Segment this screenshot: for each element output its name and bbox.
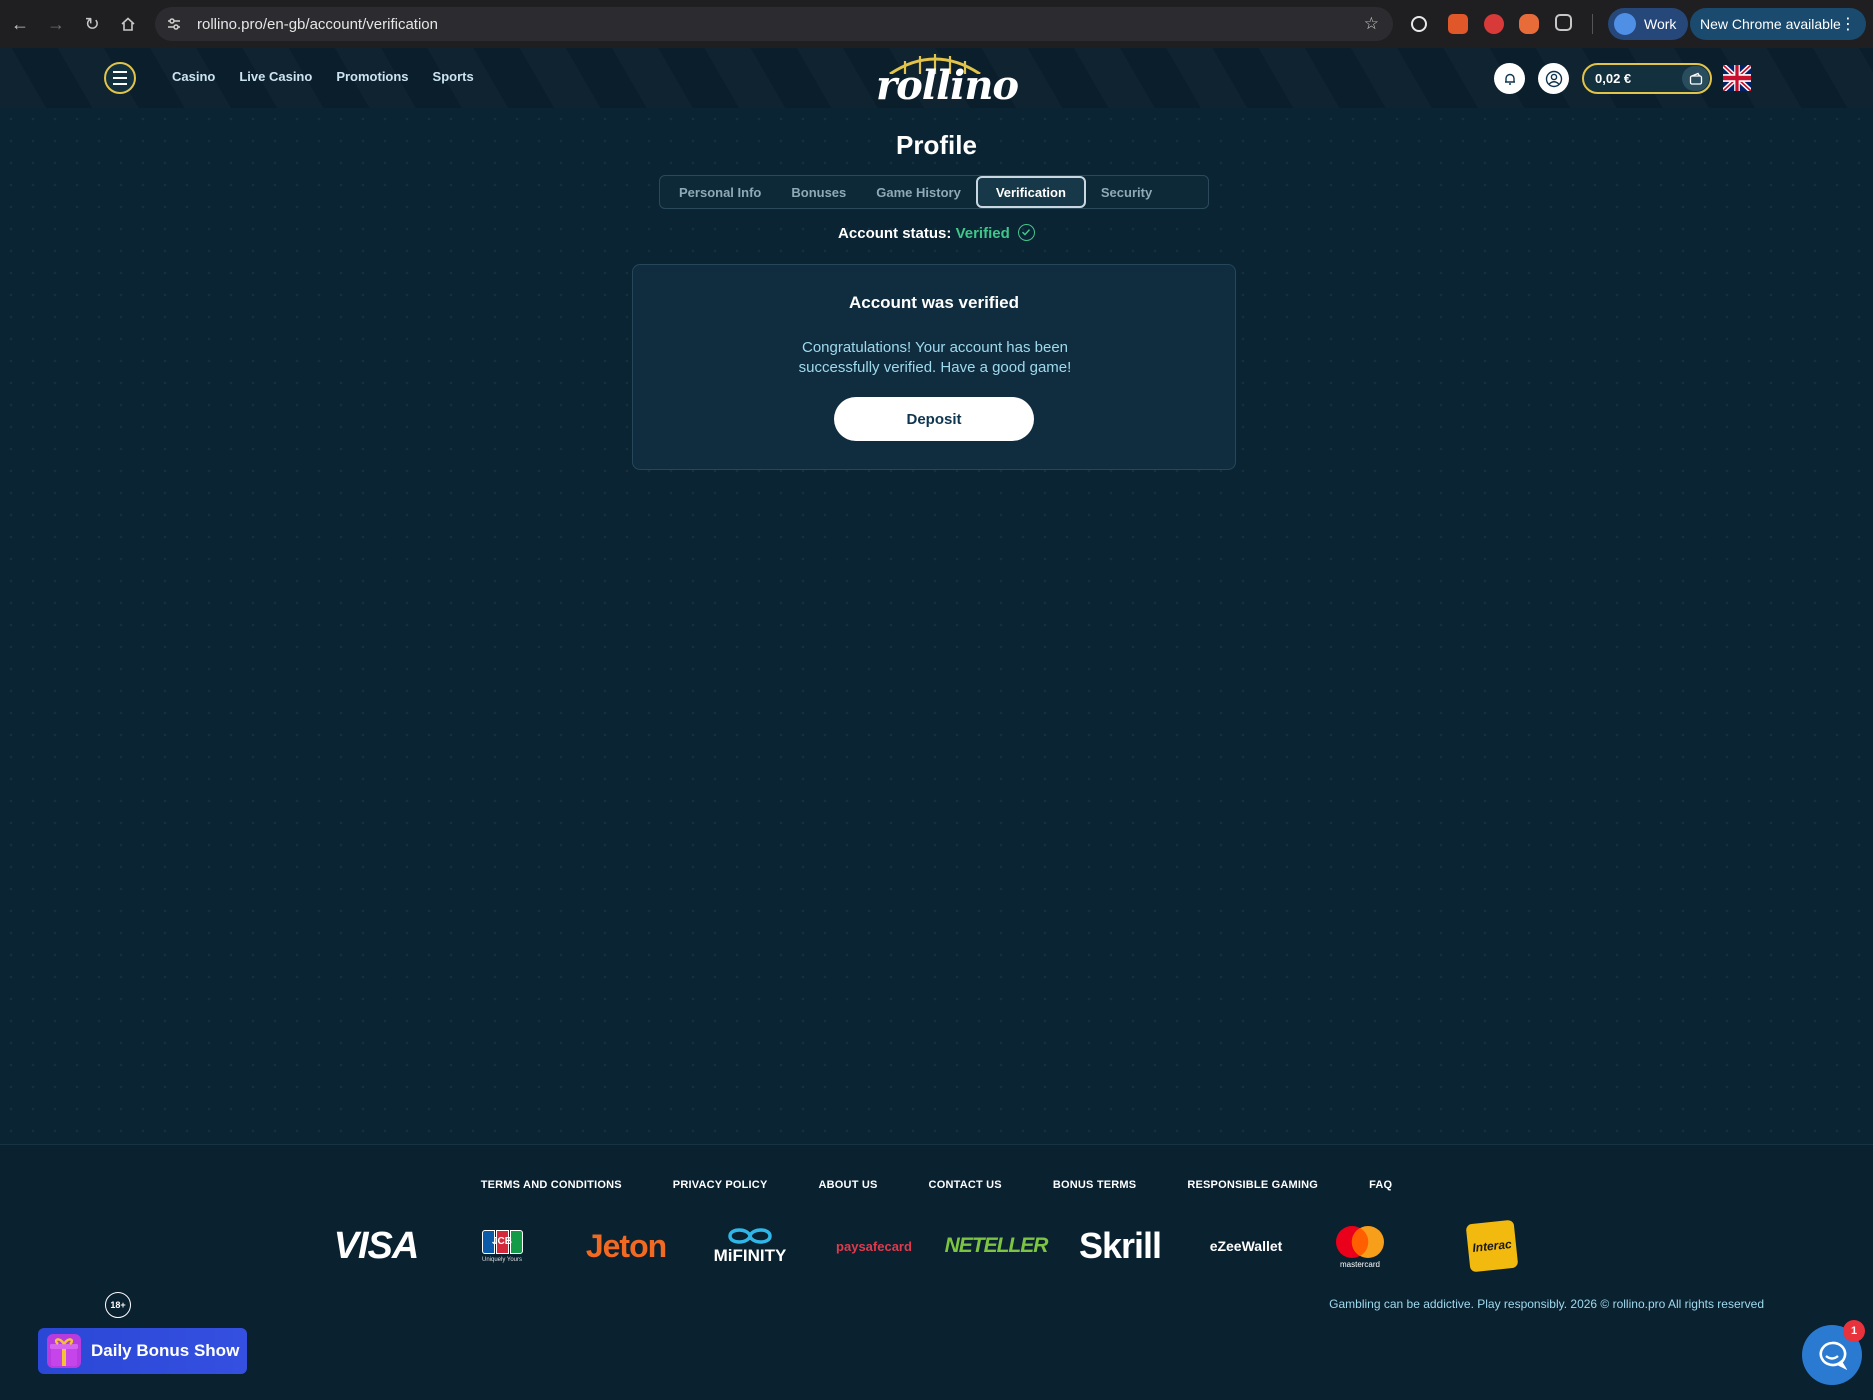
- skrill-logo: Skrill: [1078, 1225, 1162, 1266]
- wallet-icon[interactable]: [1682, 66, 1709, 91]
- notifications-button[interactable]: [1494, 63, 1525, 94]
- home-icon[interactable]: [110, 6, 146, 42]
- footer-link-responsible-gaming[interactable]: RESPONSIBLE GAMING: [1187, 1179, 1318, 1191]
- site-settings-icon[interactable]: [163, 13, 185, 35]
- tab-verification[interactable]: Verification: [975, 176, 1086, 208]
- uk-flag-icon[interactable]: [1723, 65, 1751, 91]
- account-status: Account status: Verified: [0, 224, 1873, 242]
- site-footer: TERMS AND CONDITIONS PRIVACY POLICY ABOU…: [0, 1144, 1873, 1400]
- mifinity-text: MiFINITY: [713, 1246, 787, 1265]
- profile-label: Work: [1644, 16, 1677, 32]
- balance-display[interactable]: 0,02 €: [1582, 63, 1712, 94]
- gift-icon: [47, 1334, 81, 1368]
- visa-logo: VISA: [333, 1224, 420, 1267]
- ezeewallet-logo: eZeeWallet: [1209, 1238, 1283, 1254]
- update-label: New Chrome available: [1700, 16, 1841, 32]
- verification-card-title: Account was verified: [848, 293, 1020, 312]
- tab-bonuses[interactable]: Bonuses: [776, 176, 861, 208]
- bell-icon: [1504, 73, 1515, 85]
- jeton-logo: Jeton: [585, 1227, 667, 1264]
- extension-fox-icon[interactable]: [1519, 14, 1539, 34]
- interac-text: Interac: [1465, 1219, 1519, 1273]
- tab-security[interactable]: Security: [1086, 176, 1167, 208]
- mastercard-logo: mastercard: [1326, 1218, 1394, 1274]
- address-bar[interactable]: rollino.pro/en-gb/account/verification ☆: [155, 7, 1393, 41]
- jcb-tagline: Uniquely Yours: [481, 1256, 523, 1263]
- jcb-text: JCB: [491, 1235, 512, 1247]
- nav-sports[interactable]: Sports: [433, 69, 474, 84]
- footer-links: TERMS AND CONDITIONS PRIVACY POLICY ABOU…: [0, 1179, 1873, 1191]
- nav-live-casino[interactable]: Live Casino: [239, 69, 312, 84]
- interac-logo: Interac: [1465, 1218, 1519, 1274]
- tab-personal-info[interactable]: Personal Info: [664, 176, 776, 208]
- tab-game-history[interactable]: Game History: [861, 176, 976, 208]
- balance-amount: 0,02 €: [1595, 71, 1632, 86]
- logo-wordmark: rollino: [876, 62, 1019, 109]
- site-logo[interactable]: rollino: [870, 52, 1019, 106]
- chat-unread-badge: 1: [1843, 1320, 1865, 1342]
- toolbar-divider: [1592, 14, 1593, 34]
- profile-chip[interactable]: Work: [1608, 8, 1688, 40]
- age-restriction-badge: 18+: [105, 1292, 131, 1318]
- chat-bubble-icon: [1819, 1341, 1847, 1370]
- daily-bonus-label: Daily Bonus Show: [91, 1341, 240, 1360]
- browser-toolbar: ← → ↻ rollino.pro/en-gb/account/verifica…: [0, 0, 1873, 48]
- back-icon[interactable]: ←: [2, 6, 38, 42]
- footer-link-about[interactable]: ABOUT US: [819, 1179, 878, 1191]
- extension-link-icon[interactable]: [1411, 16, 1427, 32]
- verification-card: Account was verified Congratulations! Yo…: [632, 264, 1236, 470]
- site-header: Casino Live Casino Promotions Sports rol…: [0, 48, 1873, 108]
- extensions-puzzle-icon[interactable]: [1555, 14, 1572, 31]
- hamburger-icon: [113, 69, 127, 87]
- mifinity-infinity-icon: [728, 1228, 772, 1244]
- deposit-button[interactable]: Deposit: [834, 397, 1034, 441]
- jcb-logo: JCB Uniquely Yours: [474, 1218, 530, 1274]
- extension-red-icon[interactable]: [1484, 14, 1504, 34]
- mastercard-text: mastercard: [1339, 1259, 1380, 1269]
- footer-link-terms[interactable]: TERMS AND CONDITIONS: [481, 1179, 622, 1191]
- paysafecard-logo: paysafecard: [836, 1238, 912, 1254]
- check-circle-icon: [1017, 224, 1035, 241]
- user-account-button[interactable]: [1538, 63, 1569, 94]
- account-status-label: Account status:: [838, 225, 952, 242]
- forward-icon[interactable]: →: [38, 6, 74, 42]
- daily-bonus-widget[interactable]: Daily Bonus Show: [38, 1328, 247, 1374]
- nav-promotions[interactable]: Promotions: [336, 69, 408, 84]
- nav-casino[interactable]: Casino: [172, 69, 215, 84]
- chrome-update-button[interactable]: New Chrome available ⋮: [1690, 8, 1866, 40]
- mifinity-logo: MiFINITY: [702, 1218, 798, 1274]
- page-title: Profile: [896, 130, 977, 160]
- main-content: Profile Personal Info Bonuses Game Histo…: [0, 108, 1873, 1144]
- main-nav: Casino Live Casino Promotions Sports: [172, 69, 474, 84]
- copyright-text: Gambling can be addictive. Play responsi…: [1329, 1297, 1764, 1311]
- reload-icon[interactable]: ↻: [74, 6, 110, 42]
- more-menu-icon[interactable]: ⋮: [1840, 14, 1856, 34]
- footer-link-faq[interactable]: FAQ: [1369, 1179, 1392, 1191]
- bookmark-star-icon[interactable]: ☆: [1364, 14, 1379, 34]
- verification-card-message: Congratulations! Your account has been s…: [798, 339, 1072, 376]
- footer-link-bonus-terms[interactable]: BONUS TERMS: [1053, 1179, 1136, 1191]
- mastercard-circles-icon: [1336, 1225, 1384, 1258]
- payment-methods: VISA JCB Uniquely Yours Jeton MiFINITY p…: [326, 1218, 1526, 1274]
- profile-tabs: Personal Info Bonuses Game History Verif…: [659, 175, 1209, 209]
- footer-link-privacy[interactable]: PRIVACY POLICY: [673, 1179, 768, 1191]
- neteller-logo: NETELLER: [944, 1234, 1049, 1257]
- account-status-value: Verified: [955, 225, 1010, 242]
- profile-avatar: [1614, 13, 1636, 35]
- extension-orange-icon[interactable]: [1448, 14, 1468, 34]
- footer-link-contact[interactable]: CONTACT US: [929, 1179, 1002, 1191]
- url-text[interactable]: rollino.pro/en-gb/account/verification: [197, 16, 438, 33]
- menu-burger-button[interactable]: [104, 62, 136, 94]
- user-icon: [1545, 70, 1562, 87]
